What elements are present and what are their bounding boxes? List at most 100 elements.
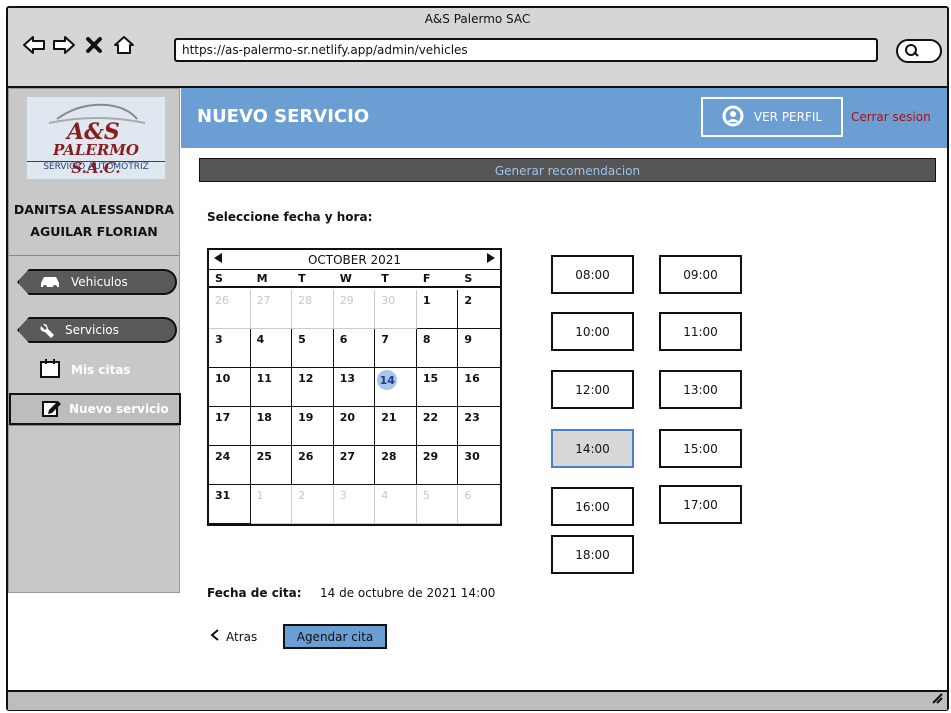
next-month-icon[interactable]: [486, 252, 496, 267]
prev-month-icon[interactable]: [213, 252, 223, 267]
calendar-day-number: 2: [464, 294, 473, 307]
calendar-day[interactable]: 15: [416, 368, 459, 407]
back-arrow-icon[interactable]: [22, 34, 46, 56]
calendar-day[interactable]: 24: [209, 446, 251, 485]
calendar-day[interactable]: 22: [416, 407, 459, 446]
calendar-day-number: 25: [256, 450, 272, 463]
calendar-day[interactable]: 2: [458, 290, 500, 329]
time-slot-button[interactable]: 12:00: [551, 370, 634, 409]
calendar-day[interactable]: 21: [375, 407, 417, 446]
time-slot-button[interactable]: 13:00: [659, 370, 742, 409]
sidebar-item-label: Mis citas: [71, 362, 131, 377]
browser-nav: [22, 34, 136, 56]
calendar-day: 1: [250, 485, 293, 524]
calendar-day-number: 24: [215, 450, 231, 463]
calendar-day[interactable]: 16: [458, 368, 500, 407]
calendar-day[interactable]: 23: [458, 407, 500, 446]
calendar-day[interactable]: 13: [333, 368, 376, 407]
select-date-time-label: Seleccione fecha y hora:: [207, 210, 373, 224]
time-slot-button[interactable]: 08:00: [551, 255, 634, 294]
time-slot-button[interactable]: 16:00: [551, 487, 634, 526]
logo-subtitle: SERVICIO AUTOMOTRIZ: [27, 161, 165, 172]
back-button[interactable]: Atras: [210, 629, 257, 644]
calendar-day[interactable]: 25: [250, 446, 293, 485]
calendar-day[interactable]: 4: [250, 329, 293, 368]
sidebar-item-label: Vehiculos: [71, 275, 128, 289]
calendar-day[interactable]: 18: [250, 407, 293, 446]
chevron-left-icon: [210, 629, 220, 644]
calendar-day: 28: [292, 290, 334, 329]
sidebar-item-vehiculos[interactable]: Vehiculos: [17, 269, 177, 295]
generate-recommendation-button[interactable]: Generar recomendacion: [199, 158, 936, 182]
calendar-day: 4: [375, 485, 417, 524]
calendar-day[interactable]: 1: [416, 290, 459, 329]
calendar-day[interactable]: 8: [416, 329, 459, 368]
url-bar[interactable]: https://as-palermo-sr.netlify.app/admin/…: [174, 38, 878, 62]
calendar-day[interactable]: 10: [209, 368, 251, 407]
calendar-day-number: 16: [464, 372, 480, 385]
user-name: DANITSA ALESSANDRA AGUILAR FLORIAN: [9, 199, 179, 243]
calendar-day: 5: [416, 485, 459, 524]
calendar-day[interactable]: 31: [209, 485, 251, 524]
weekday-label: T: [298, 272, 306, 285]
calendar-day-number: 3: [339, 489, 347, 502]
calendar-day-number: 21: [381, 411, 397, 424]
time-slot-button[interactable]: 09:00: [659, 255, 742, 294]
calendar-day[interactable]: 19: [292, 407, 334, 446]
calendar-day[interactable]: 5: [292, 329, 334, 368]
calendar-day-number: 12: [298, 372, 314, 385]
calendar-day-number: 2: [298, 489, 306, 502]
forward-arrow-icon[interactable]: [52, 34, 76, 56]
calendar-day-number: 14: [377, 370, 398, 390]
calendar-day-number: 15: [422, 372, 439, 385]
calendar-day[interactable]: 27: [333, 446, 376, 485]
calendar-header: OCTOBER 2021: [209, 250, 500, 270]
home-icon[interactable]: [112, 34, 136, 56]
time-slot-button[interactable]: 11:00: [659, 312, 742, 351]
calendar-day[interactable]: 26: [292, 446, 334, 485]
calendar-day-number: 27: [339, 450, 356, 463]
calendar-day[interactable]: 14: [375, 368, 417, 407]
calendar-day[interactable]: 30: [458, 446, 500, 485]
stop-icon[interactable]: [82, 34, 106, 56]
browser-search-button[interactable]: [896, 39, 942, 63]
logout-link[interactable]: Cerrar sesion: [851, 110, 931, 124]
sidebar-item-nuevo-servicio[interactable]: Nuevo servicio: [9, 393, 181, 425]
calendar-day[interactable]: 7: [375, 329, 417, 368]
edit-icon: [41, 398, 63, 421]
calendar-day-number: 17: [215, 411, 231, 424]
calendar-day[interactable]: 17: [209, 407, 251, 446]
calendar-day-number: 30: [381, 294, 396, 307]
calendar-day: 26: [209, 290, 251, 329]
calendar-day-number: 6: [339, 333, 348, 346]
calendar-day-number: 29: [339, 294, 354, 307]
calendar-day[interactable]: 6: [333, 329, 376, 368]
schedule-appointment-button[interactable]: Agendar cita: [283, 624, 387, 649]
calendar-day[interactable]: 20: [333, 407, 376, 446]
time-slot-button[interactable]: 10:00: [551, 312, 634, 351]
calendar-day[interactable]: 9: [458, 329, 500, 368]
calendar-day-number: 1: [422, 294, 431, 307]
time-slot-button[interactable]: 17:00: [659, 485, 742, 524]
company-logo: A&S PALERMO S.A.C. SERVICIO AUTOMOTRIZ: [27, 97, 165, 179]
calendar-day[interactable]: 28: [375, 446, 417, 485]
sidebar-item-servicios[interactable]: Servicios: [17, 317, 177, 343]
time-slot-button[interactable]: 14:00: [551, 429, 634, 468]
calendar-weekdays: S M T W T F S: [209, 270, 500, 288]
calendar-day-number: 27: [256, 294, 271, 307]
resize-grip-icon[interactable]: [929, 689, 943, 708]
calendar-day-number: 26: [298, 450, 314, 463]
sidebar-item-mis-citas[interactable]: Mis citas: [39, 357, 131, 382]
calendar-day[interactable]: 3: [209, 329, 251, 368]
calendar-day[interactable]: 11: [250, 368, 293, 407]
time-slot-button[interactable]: 15:00: [659, 429, 742, 468]
view-profile-button[interactable]: VER PERFIL: [701, 97, 843, 137]
calendar-day-number: 8: [422, 333, 431, 346]
time-slot-button[interactable]: 18:00: [551, 535, 634, 574]
date-picker: OCTOBER 2021 S M T W T F S 26 27 28 29 30 1 2 3…: [207, 248, 502, 526]
calendar-day-number: 6: [464, 489, 472, 502]
calendar-day-number: 10: [215, 372, 231, 385]
calendar-day[interactable]: 12: [292, 368, 334, 407]
calendar-day-number: 7: [381, 333, 389, 346]
calendar-day[interactable]: 29: [416, 446, 459, 485]
